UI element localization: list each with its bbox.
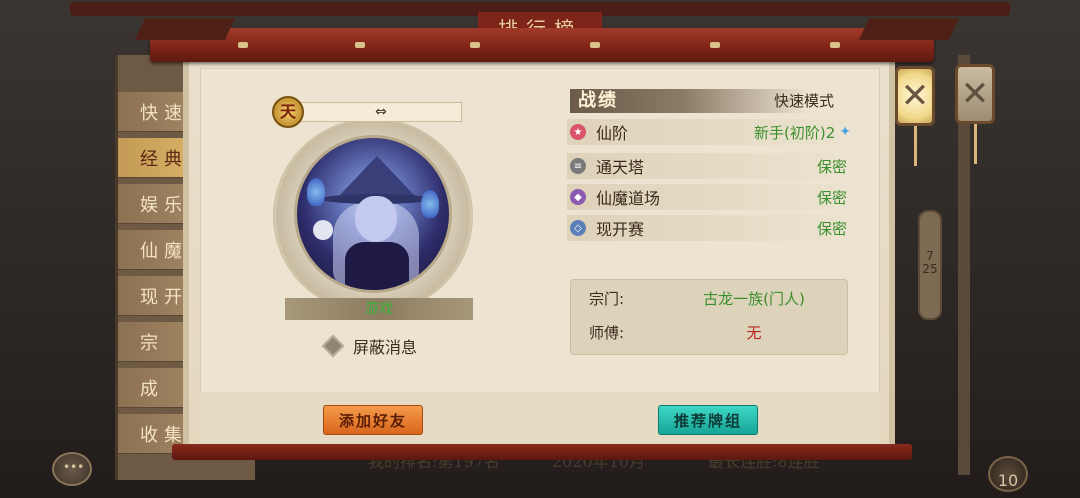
stat-value: 新手(初阶)2: [754, 123, 836, 142]
avatar-face: [355, 196, 397, 242]
star-icon: ★: [570, 124, 586, 140]
stat-label: 仙魔道场: [596, 189, 661, 208]
record-title: 战绩: [578, 90, 618, 111]
frame-rivet: [710, 42, 720, 48]
block-messages-toggle[interactable]: 屏蔽消息: [321, 334, 418, 358]
master-value: 无: [746, 324, 762, 342]
chat-icon[interactable]: [52, 452, 92, 486]
tower-icon: ≡: [570, 158, 586, 174]
master-label: 师傅:: [589, 324, 625, 342]
record-stat-row: ◇ 现开赛 保密: [567, 215, 851, 241]
sect-info-box: 宗门: 古龙一族(门人) 师傅: 无: [570, 279, 848, 355]
close-button-secondary[interactable]: ✕: [955, 64, 995, 124]
lantern-tassel: [914, 126, 917, 166]
frame-rivet: [590, 42, 600, 48]
record-stat-row: ★ 仙阶 新手(初阶)2 ✦: [567, 119, 851, 145]
avatar-robe: [345, 242, 409, 290]
avatar-flame: [421, 190, 439, 218]
player-name-bar: ⇔: [300, 102, 462, 122]
open-match-icon: ◇: [570, 220, 586, 236]
scroll-frame-bottom: [172, 444, 912, 460]
swap-icon: ⇔: [375, 104, 387, 120]
rank-badge: 天: [272, 96, 304, 128]
frame-cap-left: [134, 18, 236, 40]
record-mode[interactable]: 快速模式: [774, 90, 834, 112]
scroll-total: 25: [922, 262, 938, 276]
stat-label: 现开赛: [596, 220, 645, 239]
arena-icon: ◆: [570, 189, 586, 205]
page-scroll-indicator[interactable]: 7 25: [918, 210, 942, 320]
profile-panel-footer: [200, 392, 880, 442]
frame-cap-right: [858, 18, 960, 40]
frame-rivet: [238, 42, 248, 48]
recommend-deck-button[interactable]: 推荐牌组: [658, 405, 758, 435]
lantern-tassel: [974, 124, 977, 164]
stat-value: 保密: [816, 219, 847, 238]
sect-value: 古龙一族(门人): [703, 290, 805, 308]
avatar-skull: [313, 220, 333, 240]
avatar-flame: [307, 178, 325, 206]
add-friend-button[interactable]: 添加好友: [323, 405, 423, 435]
block-messages-label: 屏蔽消息: [353, 338, 418, 357]
checkbox-icon[interactable]: [321, 334, 345, 358]
stat-value: 保密: [816, 188, 847, 207]
scroll-frame-top: [150, 28, 934, 62]
close-icon: ✕: [960, 74, 990, 114]
record-stat-row: ◆ 仙魔道场 保密: [567, 184, 851, 210]
stat-label: 通天塔: [596, 158, 645, 177]
stat-value: 保密: [816, 157, 847, 176]
player-status: 游戏: [285, 298, 473, 320]
sect-label: 宗门:: [589, 290, 625, 308]
record-stat-row: ≡ 通天塔 保密: [567, 153, 851, 179]
frame-rivet: [470, 42, 480, 48]
avatar: [294, 135, 452, 293]
corner-badge[interactable]: 10: [988, 456, 1028, 492]
rank-star-icon: ✦: [839, 124, 851, 140]
close-icon: ✕: [900, 76, 930, 116]
stat-label: 仙阶: [596, 124, 629, 143]
frame-rivet: [355, 42, 365, 48]
frame-rivet: [830, 42, 840, 48]
close-button[interactable]: ✕: [895, 66, 935, 126]
avatar-hat: [337, 156, 417, 198]
